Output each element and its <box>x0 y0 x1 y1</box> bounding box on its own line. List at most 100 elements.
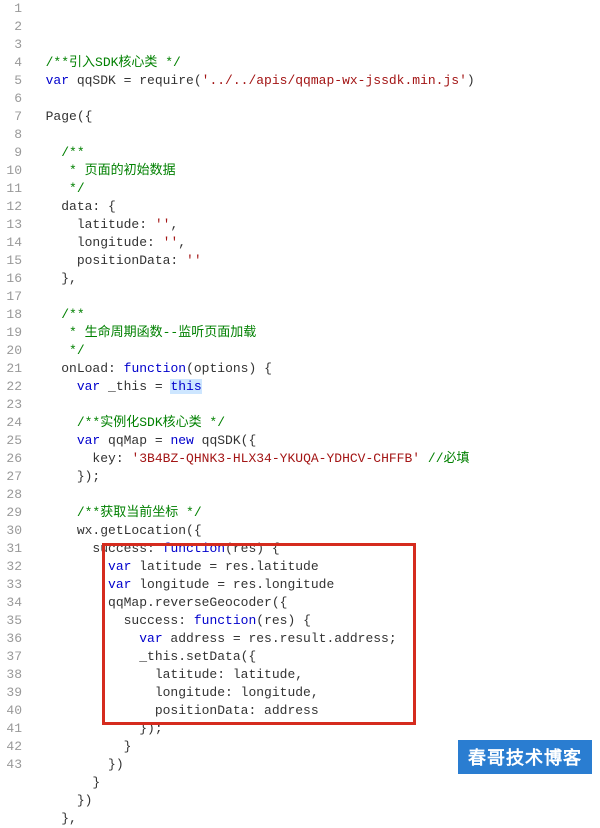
code-token <box>30 433 77 448</box>
line-number: 10 <box>0 162 22 180</box>
code-editor: 1234567891011121314151617181920212223242… <box>0 0 600 782</box>
line-number: 29 <box>0 504 22 522</box>
code-token: longitude = res.longitude <box>131 577 334 592</box>
code-line[interactable] <box>30 126 600 144</box>
code-token: function <box>124 361 186 376</box>
code-line[interactable]: success: function(res) { <box>30 540 600 558</box>
code-token: (res) { <box>225 541 280 556</box>
code-line[interactable]: * 生命周期函数--监听页面加载 <box>30 324 600 342</box>
code-line[interactable]: /**引入SDK核心类 */ <box>30 54 600 72</box>
code-token <box>30 217 77 232</box>
code-token <box>30 325 69 340</box>
line-number: 5 <box>0 72 22 90</box>
code-token: var <box>108 577 131 592</box>
code-line[interactable]: }) <box>30 792 600 810</box>
code-line[interactable]: } <box>30 774 600 792</box>
code-token <box>30 109 46 124</box>
line-number: 40 <box>0 702 22 720</box>
code-line[interactable] <box>30 396 600 414</box>
code-line[interactable]: _this.setData({ <box>30 648 600 666</box>
line-number: 1 <box>0 0 22 18</box>
code-line[interactable]: }, <box>30 270 600 288</box>
line-number: 6 <box>0 90 22 108</box>
code-line[interactable] <box>30 288 600 306</box>
line-number: 4 <box>0 54 22 72</box>
code-line[interactable]: */ <box>30 342 600 360</box>
code-token: */ <box>69 181 85 196</box>
code-line[interactable]: key: '3B4BZ-QHNK3-HLX34-YKUQA-YDHCV-CHFF… <box>30 450 600 468</box>
code-line[interactable]: success: function(res) { <box>30 612 600 630</box>
code-token: this <box>170 379 201 394</box>
code-token: qqMap = <box>100 433 170 448</box>
line-number: 22 <box>0 378 22 396</box>
line-number: 27 <box>0 468 22 486</box>
code-line[interactable]: /**实例化SDK核心类 */ <box>30 414 600 432</box>
line-number: 34 <box>0 594 22 612</box>
line-number: 25 <box>0 432 22 450</box>
code-line[interactable]: * 页面的初始数据 <box>30 162 600 180</box>
code-line[interactable] <box>30 90 600 108</box>
code-token <box>30 793 77 808</box>
code-line[interactable]: /** <box>30 306 600 324</box>
code-token: }) <box>108 757 124 772</box>
code-line[interactable] <box>30 486 600 504</box>
code-token <box>30 649 139 664</box>
code-token <box>30 577 108 592</box>
code-line[interactable]: positionData: '' <box>30 252 600 270</box>
code-line[interactable]: var address = res.result.address; <box>30 630 600 648</box>
code-line[interactable]: positionData: address <box>30 702 600 720</box>
code-area[interactable]: /**引入SDK核心类 */ var qqSDK = require('../.… <box>30 0 600 782</box>
code-line[interactable]: }, <box>30 810 600 828</box>
line-number: 39 <box>0 684 22 702</box>
code-line[interactable]: }); <box>30 468 600 486</box>
code-token <box>420 451 428 466</box>
code-line[interactable]: longitude: '', <box>30 234 600 252</box>
code-token: * 页面的初始数据 <box>69 163 176 178</box>
code-line[interactable]: Page({ <box>30 108 600 126</box>
code-token: , <box>170 217 178 232</box>
code-line[interactable]: var qqMap = new qqSDK({ <box>30 432 600 450</box>
code-line[interactable]: onLoad: function(options) { <box>30 360 600 378</box>
code-token: } <box>92 775 100 790</box>
code-line[interactable]: wx.getLocation({ <box>30 522 600 540</box>
code-token <box>30 307 61 322</box>
line-number: 30 <box>0 522 22 540</box>
line-number: 19 <box>0 324 22 342</box>
code-line[interactable]: longitude: longitude, <box>30 684 600 702</box>
code-token: qqMap.reverseGeocoder({ <box>108 595 287 610</box>
code-line[interactable]: var longitude = res.longitude <box>30 576 600 594</box>
line-number: 13 <box>0 216 22 234</box>
code-token <box>30 55 46 70</box>
code-token <box>30 739 124 754</box>
line-number: 31 <box>0 540 22 558</box>
line-number: 3 <box>0 36 22 54</box>
code-line[interactable]: var latitude = res.latitude <box>30 558 600 576</box>
line-number: 41 <box>0 720 22 738</box>
code-token <box>30 775 92 790</box>
code-token <box>30 685 155 700</box>
code-line[interactable]: data: { <box>30 198 600 216</box>
code-token <box>30 541 92 556</box>
code-line[interactable]: /** <box>30 144 600 162</box>
code-token: wx.getLocation({ <box>77 523 202 538</box>
code-token <box>30 379 77 394</box>
code-line[interactable]: /**获取当前坐标 */ <box>30 504 600 522</box>
code-token: address = res.result.address; <box>163 631 397 646</box>
line-number: 23 <box>0 396 22 414</box>
code-line[interactable]: latitude: '', <box>30 216 600 234</box>
code-line[interactable]: var qqSDK = require('../../apis/qqmap-wx… <box>30 72 600 90</box>
code-line[interactable]: latitude: latitude, <box>30 666 600 684</box>
line-number: 42 <box>0 738 22 756</box>
code-token: /** <box>61 145 84 160</box>
code-line[interactable]: }); <box>30 720 600 738</box>
code-token: /**引入SDK核心类 */ <box>46 55 181 70</box>
code-line[interactable]: qqMap.reverseGeocoder({ <box>30 594 600 612</box>
code-token: ({ <box>77 109 93 124</box>
code-token: '' <box>163 235 179 250</box>
code-token <box>30 523 77 538</box>
code-token: }) <box>77 793 93 808</box>
code-line[interactable]: */ <box>30 180 600 198</box>
code-token: positionData: <box>77 253 186 268</box>
code-line[interactable]: var _this = this <box>30 378 600 396</box>
code-token: key: <box>92 451 131 466</box>
